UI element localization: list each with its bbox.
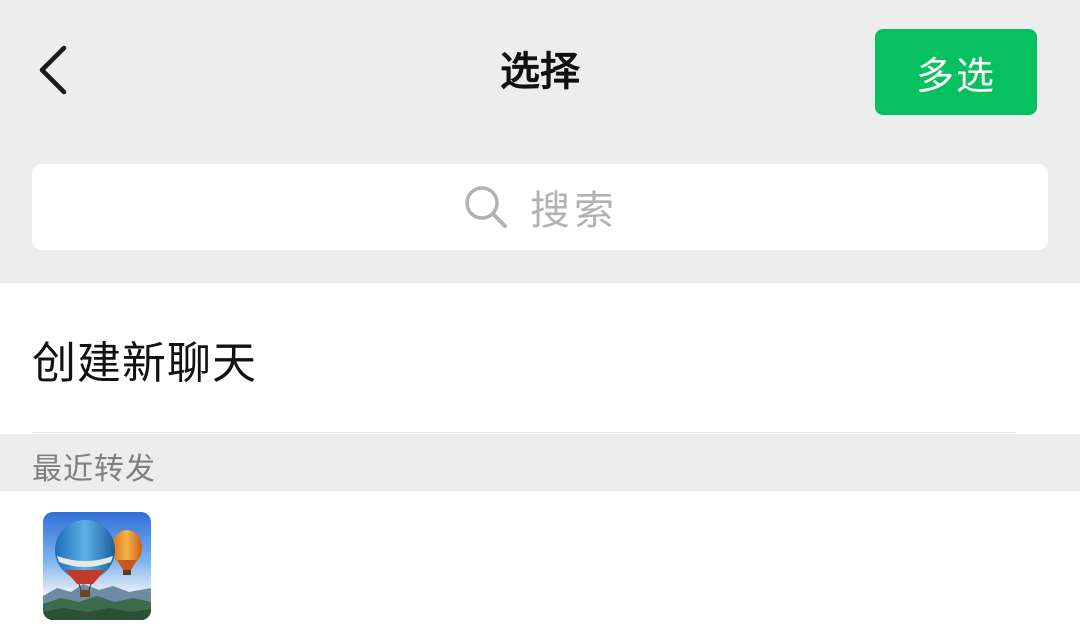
top-bar: 选择 多选 搜索 — [0, 0, 1080, 283]
divider — [32, 432, 1016, 433]
recent-chat-item[interactable] — [0, 491, 1080, 637]
search-icon — [462, 183, 510, 231]
back-button[interactable] — [22, 40, 86, 104]
select-chat-screen: 选择 多选 搜索 创建新聊天 最近转发 — [0, 0, 1080, 637]
create-new-chat-item[interactable]: 创建新聊天 — [0, 283, 1080, 433]
chevron-left-icon — [34, 42, 74, 102]
multi-select-button[interactable]: 多选 — [875, 29, 1037, 115]
search-input[interactable]: 搜索 — [32, 164, 1048, 250]
recent-forwards-header: 最近转发 — [0, 434, 1080, 491]
hot-air-balloons-avatar — [43, 512, 151, 620]
search-placeholder: 搜索 — [530, 188, 618, 234]
create-new-chat-label: 创建新聊天 — [32, 338, 257, 389]
section-title: 最近转发 — [32, 452, 156, 487]
